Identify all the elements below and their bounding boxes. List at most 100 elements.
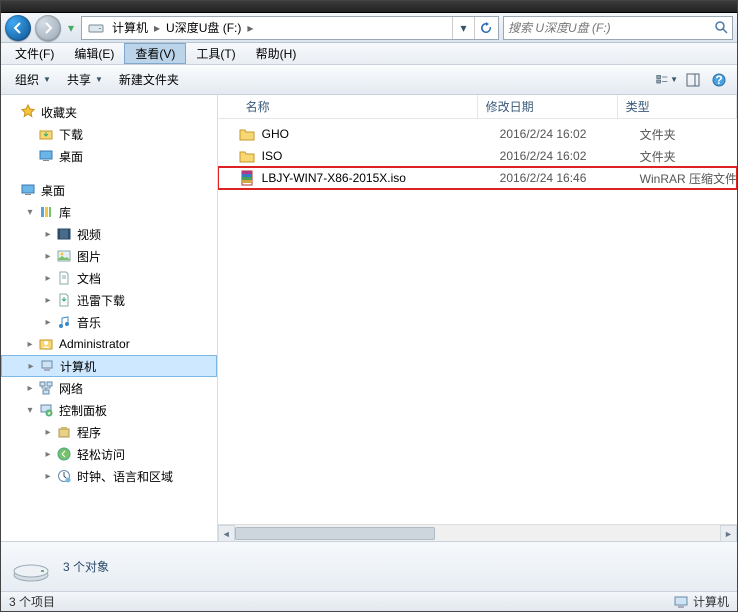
column-name[interactable]: 名称	[238, 95, 478, 118]
address-dropdown-button[interactable]: ▾	[452, 17, 474, 39]
tree-label: 迅雷下载	[77, 292, 125, 309]
column-headers: 名称 修改日期 类型	[218, 95, 737, 119]
tree-computer[interactable]: ▸计算机	[1, 355, 217, 377]
chevron-right-icon[interactable]: ▸	[245, 21, 255, 35]
tree-ease-of-access[interactable]: ▸轻松访问	[1, 443, 217, 465]
file-row[interactable]: GHO2016/2/24 16:02文件夹	[218, 123, 737, 145]
tree-clock-language-region[interactable]: ▸时钟、语言和区域	[1, 465, 217, 487]
tree-label: 文档	[77, 270, 101, 287]
computer-icon	[38, 358, 56, 374]
menu-tools[interactable]: 工具(T)	[186, 43, 245, 64]
scroll-thumb[interactable]	[235, 527, 435, 540]
desktop-icon	[19, 182, 37, 198]
programs-icon	[55, 424, 73, 440]
tree-control-panel[interactable]: ▾控制面板	[1, 399, 217, 421]
tree-favorites[interactable]: 收藏夹	[1, 101, 217, 123]
nav-forward-button[interactable]	[35, 15, 61, 41]
file-date: 2016/2/24 16:02	[500, 127, 640, 141]
menu-bar: 文件(F) 编辑(E) 查看(V) 工具(T) 帮助(H)	[1, 43, 737, 65]
tree-xunlei[interactable]: ▸迅雷下载	[1, 289, 217, 311]
network-icon	[37, 380, 55, 396]
menu-help[interactable]: 帮助(H)	[246, 43, 307, 64]
breadcrumb-drive[interactable]: U深度U盘 (F:)	[162, 17, 245, 39]
drive-icon	[88, 20, 104, 36]
clock-icon	[55, 468, 73, 484]
video-icon	[55, 226, 73, 242]
status-item-count: 3 个项目	[9, 593, 55, 610]
tree-label: 时钟、语言和区域	[77, 468, 173, 485]
tree-documents[interactable]: ▸文档	[1, 267, 217, 289]
tree-label: 程序	[77, 424, 101, 441]
file-type: WinRAR 压缩文件	[640, 170, 737, 187]
tree-label: 图片	[77, 248, 101, 265]
menu-file[interactable]: 文件(F)	[5, 43, 64, 64]
file-row[interactable]: ISO2016/2/24 16:02文件夹	[218, 145, 737, 167]
main-split: 收藏夹 下载 桌面 桌面 ▾ 库	[1, 95, 737, 541]
refresh-button[interactable]	[474, 17, 496, 39]
download-icon	[37, 126, 55, 142]
file-date: 2016/2/24 16:02	[500, 149, 640, 163]
window-chrome-top	[1, 1, 737, 13]
file-date: 2016/2/24 16:46	[500, 171, 640, 185]
column-type[interactable]: 类型	[618, 95, 737, 118]
tree-label: 收藏夹	[41, 104, 77, 121]
tree-desktop-fav[interactable]: 桌面	[1, 145, 217, 167]
details-pane: 3 个对象	[1, 541, 737, 591]
tree-label: 视频	[77, 226, 101, 243]
tree-programs[interactable]: ▸程序	[1, 421, 217, 443]
menu-edit[interactable]: 编辑(E)	[64, 43, 124, 64]
search-icon[interactable]	[710, 21, 732, 34]
horizontal-scrollbar[interactable]: ◄ ►	[218, 524, 737, 541]
content-pane: 名称 修改日期 类型 GHO2016/2/24 16:02文件夹ISO2016/…	[218, 95, 737, 541]
tree-videos[interactable]: ▸视频	[1, 223, 217, 245]
file-list[interactable]: GHO2016/2/24 16:02文件夹ISO2016/2/24 16:02文…	[218, 119, 737, 524]
breadcrumb-computer[interactable]: 计算机	[108, 17, 152, 39]
chevron-right-icon[interactable]: ▸	[152, 21, 162, 35]
navigation-pane[interactable]: 收藏夹 下载 桌面 桌面 ▾ 库	[1, 95, 218, 541]
view-options-button[interactable]: ▼	[655, 69, 679, 91]
tree-downloads[interactable]: 下载	[1, 123, 217, 145]
search-box[interactable]	[503, 16, 733, 40]
folder-icon	[238, 126, 256, 142]
collapse-icon[interactable]: ▾	[23, 405, 37, 416]
tree-music[interactable]: ▸音乐	[1, 311, 217, 333]
nav-back-button[interactable]	[5, 15, 31, 41]
menu-view[interactable]: 查看(V)	[124, 43, 186, 64]
controlpanel-icon	[37, 402, 55, 418]
address-bar-row: ▾ 计算机 ▸ U深度U盘 (F:) ▸ ▾	[1, 13, 737, 43]
scroll-left-button[interactable]: ◄	[218, 525, 235, 542]
tree-pictures[interactable]: ▸图片	[1, 245, 217, 267]
nav-history-dropdown[interactable]: ▾	[65, 21, 77, 35]
address-box[interactable]: 计算机 ▸ U深度U盘 (F:) ▸ ▾	[81, 16, 499, 40]
folder-icon	[238, 148, 256, 164]
tree-label: 桌面	[41, 182, 65, 199]
tree-label: 轻松访问	[77, 446, 125, 463]
column-date[interactable]: 修改日期	[478, 95, 618, 118]
user-icon	[37, 336, 55, 352]
scroll-right-button[interactable]: ►	[720, 525, 737, 542]
share-button[interactable]: 共享▼	[59, 68, 111, 92]
tree-libraries[interactable]: ▾ 库	[1, 201, 217, 223]
star-icon	[19, 104, 37, 120]
organize-button[interactable]: 组织▼	[7, 68, 59, 92]
tree-label: Administrator	[59, 337, 130, 351]
file-name: ISO	[262, 149, 500, 163]
collapse-icon[interactable]: ▾	[23, 207, 37, 218]
tree-administrator[interactable]: ▸Administrator	[1, 333, 217, 355]
new-folder-button[interactable]: 新建文件夹	[111, 68, 187, 92]
music-icon	[55, 314, 73, 330]
svg-text:?: ?	[715, 73, 722, 87]
picture-icon	[55, 248, 73, 264]
status-bar: 3 个项目 计算机	[1, 591, 737, 611]
help-button[interactable]: ?	[707, 69, 731, 91]
file-row[interactable]: LBJY-WIN7-X86-2015X.iso2016/2/24 16:46Wi…	[218, 167, 737, 189]
desktop-icon	[37, 148, 55, 164]
search-input[interactable]	[504, 21, 710, 35]
command-bar: 组织▼ 共享▼ 新建文件夹 ▼ ?	[1, 65, 737, 95]
file-type: 文件夹	[640, 126, 737, 143]
tree-label: 下载	[59, 126, 83, 143]
document-icon	[55, 270, 73, 286]
tree-desktop[interactable]: 桌面	[1, 179, 217, 201]
preview-pane-button[interactable]	[681, 69, 705, 91]
tree-network[interactable]: ▸网络	[1, 377, 217, 399]
